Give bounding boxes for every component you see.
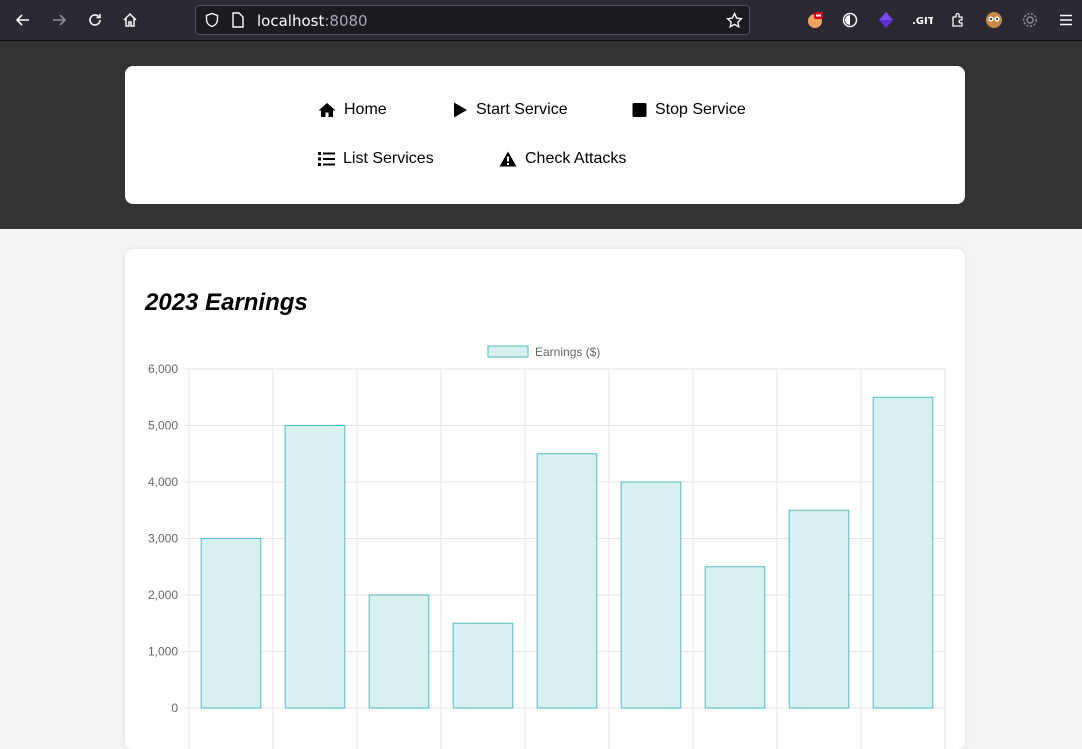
bar [620, 481, 682, 709]
bookmark-star-icon[interactable] [726, 11, 743, 34]
nav-check-attacks[interactable]: Check Attacks [499, 150, 626, 168]
bar [452, 622, 514, 709]
legend-swatch [487, 345, 529, 358]
bar [872, 396, 934, 709]
extension-dark-reader-icon[interactable] [838, 8, 862, 32]
reload-icon[interactable] [83, 8, 107, 32]
bar [788, 509, 850, 709]
earnings-card: 2023 Earnings 0 1,000 2,000 3,000 4,000 5,000… [125, 249, 965, 749]
back-icon[interactable] [11, 8, 35, 32]
browser-toolbar: localhost:8080 .GIT [0, 0, 1082, 41]
bar [704, 566, 766, 709]
y-tick-label: 3,000 [148, 532, 178, 546]
nav-stop-service-label: Stop Service [655, 101, 746, 118]
url-text[interactable]: localhost:8080 [257, 12, 368, 30]
extension-git-icon[interactable]: .GIT [910, 8, 934, 32]
legend-label: Earnings ($) [535, 345, 600, 359]
y-tick-label: 6,000 [148, 362, 178, 376]
page-icon [231, 12, 245, 33]
nav-list-services-label: List Services [343, 150, 434, 167]
stop-icon [632, 102, 647, 118]
bar [200, 538, 262, 709]
nav-check-attacks-label: Check Attacks [525, 150, 627, 167]
play-icon [453, 102, 468, 118]
bar [368, 594, 430, 709]
menu-icon[interactable] [1054, 8, 1078, 32]
y-tick-label: 4,000 [148, 475, 178, 489]
extension-ublock-icon[interactable] [803, 8, 827, 32]
extension-owl-icon[interactable] [982, 8, 1006, 32]
nav-home[interactable]: Home [318, 101, 387, 119]
y-tick-label: 1,000 [148, 645, 178, 659]
nav-list-services[interactable]: List Services [318, 150, 434, 168]
y-tick-label: 2,000 [148, 588, 178, 602]
forward-icon[interactable] [47, 8, 71, 32]
home-icon [318, 102, 336, 118]
y-tick-label: 5,000 [148, 419, 178, 433]
extensions-puzzle-icon[interactable] [946, 8, 970, 32]
nav-stop-service[interactable]: Stop Service [632, 101, 746, 119]
list-icon [318, 151, 335, 167]
earnings-bar-chart: 0 1,000 2,000 3,000 4,000 5,000 6,000 Earnings … [148, 345, 946, 749]
home-browser-icon[interactable] [118, 8, 142, 32]
site-header: Home Start Service Stop Service List Ser… [0, 41, 1082, 229]
nav-card: Home Start Service Stop Service List Ser… [125, 66, 965, 204]
nav-start-service-label: Start Service [476, 101, 568, 118]
extension-purple-cube-icon[interactable] [874, 8, 898, 32]
y-tick-label: 0 [171, 701, 178, 715]
extension-gear-icon[interactable] [1018, 8, 1042, 32]
shield-icon[interactable] [204, 12, 220, 33]
warning-icon [499, 151, 517, 167]
nav-start-service[interactable]: Start Service [453, 101, 568, 119]
bar [536, 453, 598, 709]
bar [284, 425, 346, 709]
svg-text:.GIT: .GIT [912, 16, 933, 27]
address-bar[interactable]: localhost:8080 [195, 5, 750, 35]
nav-home-label: Home [344, 101, 387, 118]
